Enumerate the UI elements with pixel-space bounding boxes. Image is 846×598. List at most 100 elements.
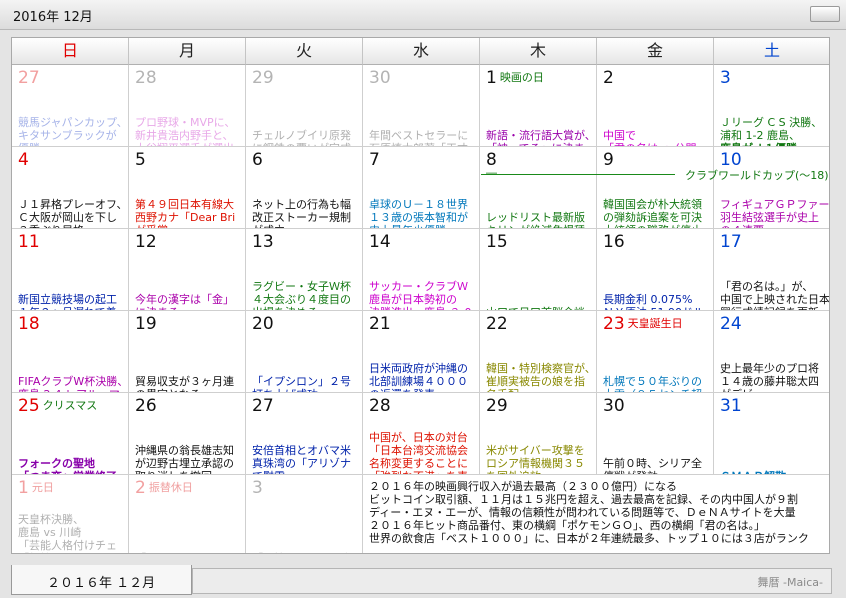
day-number-text: 29 (252, 68, 274, 88)
calendar-window: 2016年 12月 日月火水木金土27競馬ジャパンカップ、キタサンブラックが優勝… (0, 0, 846, 598)
day-cell[interactable]: 20「イプシロン」２号打ち上げ成功 (246, 311, 363, 393)
month-tab[interactable]: ２０１６年 １２月 (11, 565, 192, 595)
day-cell[interactable]: 30年間ベストセラーに石原慎太郎著「天才 (363, 65, 480, 147)
event-span-line (481, 174, 675, 175)
day-cell[interactable]: 13ラグビー・女子Ｗ杯４大会ぶり４度目の出場を決める (246, 229, 363, 311)
event-text: 「さんまのまんま」 (135, 552, 234, 553)
weekday-header: 火 (246, 38, 363, 65)
event-text: 史上最年少のプロ将 (720, 362, 819, 375)
day-cell[interactable]: 19貿易収支が３ヶ月連の黒字となる (129, 311, 246, 393)
event-text: 第４９回日本有線大 (135, 198, 234, 211)
event-text: サッカー・クラブＷ (369, 280, 468, 293)
day-number: 5 (135, 150, 146, 170)
day-cell[interactable]: 1元日天皇杯決勝、鹿島 vs 川崎「芸能人格付けチェ「相棒 元日ＳＰ」 (12, 475, 129, 553)
holiday-label: 振替休日 (148, 481, 193, 494)
day-cell[interactable]: 2振替休日「さんまのまんま」 (129, 475, 246, 553)
window-title: 2016年 12月 (13, 10, 93, 25)
day-cell[interactable]: 3Ｊリーグ C S 決勝、浦和 1-2 鹿島、鹿島がＪ１優勝 (714, 65, 829, 147)
holiday-label: 元日 (31, 481, 54, 494)
day-cell[interactable]: 29米がサイバー攻撃をロシア情報機関３５を国外追放 (480, 393, 597, 475)
day-cell[interactable]: 22韓国・特別検察官が、崔順実被告の娘を指名手配 (480, 311, 597, 393)
day-cell[interactable]: 24史上最年少のプロ将１４歳の藤井聡太四がデビュー (714, 311, 829, 393)
news-item: ビットコイン取引額、１１月は１５兆円を超え、過去最高を記録、その内中国人が９割 (369, 493, 798, 506)
day-number-text: 26 (135, 396, 157, 416)
event-text: Ｊリーグ C S 決勝、 (720, 116, 823, 129)
day-number: 14 (369, 232, 391, 252)
day-number-text: 31 (720, 396, 742, 416)
day-cell[interactable]: 31ＳＭＡＰ解散 (714, 393, 829, 475)
day-number-text: 11 (18, 232, 40, 252)
day-cell[interactable]: 10フィギュアＧＰファー羽生結弦選手が史上の４連覇 (714, 147, 829, 229)
event-text: ロシア情報機関３５ (486, 457, 585, 470)
day-cell[interactable]: 17「君の名は。」が、中国で上映された日本興行成績記録を更新 (714, 229, 829, 311)
day-number: 15 (486, 232, 508, 252)
day-cell[interactable]: 28中国が、日本の対台「日本台湾交流協会名称変更することに「強烈な不満」を表 (363, 393, 480, 475)
event-text: 午前０時、シリア全 (603, 457, 702, 470)
event-text: キタサンブラックが (18, 129, 117, 142)
weekday-header: 水 (363, 38, 480, 65)
news-item: 世界の飲食店「ベスト１０００」に、日本が２年連続最多、トップ１０には３店がランク (369, 532, 809, 545)
day-number: 27 (252, 396, 274, 416)
day-number: 7 (369, 150, 380, 170)
day-cell[interactable]: 7卓球のＵ－１８世界１３歳の張本智和が史上最年少優勝 (363, 147, 480, 229)
day-number: 9 (603, 150, 614, 170)
day-cell[interactable]: 1映画の日新語・流行語大賞が、「神ってる」に決ま (480, 65, 597, 147)
day-cell[interactable]: 14サッカー・クラブＷ鹿島が日本勢初の決勝進出、鹿島 ３-0 (363, 229, 480, 311)
day-number-text: 30 (603, 396, 625, 416)
day-cell[interactable]: 16長期金利 0.075%ＮＹ原油 51.90ドル (597, 229, 714, 311)
day-cell[interactable]: 4Ｊ１昇格プレーオフ、Ｃ大阪が岡山を下し３季ぶり昇格 (12, 147, 129, 229)
day-cell[interactable]: 27競馬ジャパンカップ、キタサンブラックが優勝 (12, 65, 129, 147)
event-text: FIFAクラブW杯決勝、 (18, 375, 129, 388)
day-cell[interactable]: 8レッドリスト最新版キリンが絶滅危惧種 (480, 147, 597, 229)
news-item: ２０１６年ヒット商品番付、東の横綱「ポケモンＧＯ」、西の横綱「君の名は。」 (369, 519, 765, 532)
day-cell[interactable]: 25クリスマスフォークの聖地「つま恋」営業終了 (12, 393, 129, 475)
day-number: 13 (252, 232, 274, 252)
day-cell[interactable]: 18FIFAクラブW杯決勝、鹿島 2-4 レアル・マ (12, 311, 129, 393)
day-number: 1 元日 (18, 478, 54, 498)
day-number: 16 (603, 232, 625, 252)
day-number: 2 (603, 68, 614, 88)
day-cell[interactable]: 12今年の漢字は「金」に決まる (129, 229, 246, 311)
day-number-text: 18 (18, 314, 40, 334)
day-cell[interactable]: 26沖縄県の翁長雄志知が辺野古埋立承認の取り消しを撤回 (129, 393, 246, 475)
day-number: 12 (135, 232, 157, 252)
event-text: 競馬ジャパンカップ、 (18, 116, 128, 129)
day-number: 6 (252, 150, 263, 170)
day-cell[interactable]: 27安倍首相とオバマ米真珠湾の「アリゾナで慰霊 (246, 393, 363, 475)
event-text: 長期金利 0.075% (603, 293, 693, 306)
day-cell[interactable]: 2中国で「君の名は。」公開 (597, 65, 714, 147)
day-number-text: 6 (252, 150, 263, 170)
day-cell[interactable]: 11新国立競技場の起工１年２ヶ月遅れで着 (12, 229, 129, 311)
day-number-text: 28 (369, 396, 391, 416)
day-cell[interactable]: 21日米両政府が沖縄の北部訓練場４０００の返還を発表 (363, 311, 480, 393)
day-number: 1 映画の日 (486, 68, 544, 88)
weekday-header: 金 (597, 38, 714, 65)
day-cell[interactable]: 30午前０時、シリア全停戦が発効 (597, 393, 714, 475)
day-number: 22 (486, 314, 508, 334)
day-cell[interactable]: 28プロ野球・MVPに、新井貴浩内野手と、大谷翔平選手が選出 (129, 65, 246, 147)
day-cell[interactable]: 3 「野性のへ～ほ～ 新 (246, 475, 363, 553)
day-number-text: 1 (486, 68, 497, 88)
day-number: 27 (18, 68, 40, 88)
day-cell[interactable]: 6ネット上の行為も幅改正ストーカー規制が成立 (246, 147, 363, 229)
day-cell[interactable]: 23天皇誕生日札幌で５０年ぶりの大雪（９５センチ超 (597, 311, 714, 393)
day-number-text: 24 (720, 314, 742, 334)
day-cell[interactable]: 15山口で日口首脳会談 (480, 229, 597, 311)
holiday-label: 映画の日 (499, 71, 544, 84)
event-text: 「イプシロン」２号 (252, 375, 351, 388)
event-text: 「日本台湾交流協会 (369, 444, 468, 457)
event-text: 今年の漢字は「金」 (135, 293, 234, 306)
day-cell[interactable]: 9韓国国会が朴大統領の弾劾訴追案を可決大統領の職務が停止 (597, 147, 714, 229)
day-cell[interactable]: 5第４９回日本有線大西野カナ「Dear Briが受賞 (129, 147, 246, 229)
weekday-header: 土 (714, 38, 829, 65)
weekday-header: 木 (480, 38, 597, 65)
day-number: 20 (252, 314, 274, 334)
event-text: １４歳の藤井聡太四 (720, 375, 819, 388)
weekday-header: 日 (12, 38, 129, 65)
day-number-text: 5 (135, 150, 146, 170)
event-text: 「芸能人格付けチェ (18, 539, 117, 552)
window-control-button[interactable] (810, 6, 840, 22)
day-cell[interactable]: 29チェルノブイリ原発に鋼鉄の覆いが完成 (246, 65, 363, 147)
event-text: フォークの聖地 (18, 457, 95, 470)
event-text: 貿易収支が３ヶ月連 (135, 375, 234, 388)
